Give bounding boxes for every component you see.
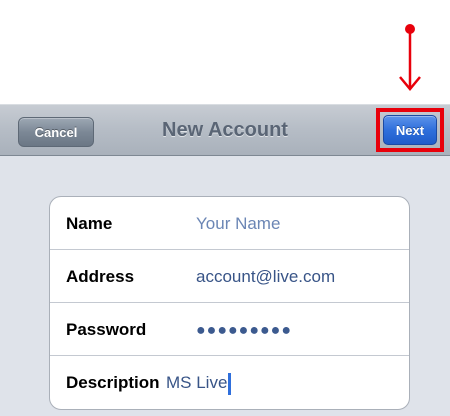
annotation-arrow-head	[399, 76, 421, 91]
password-dots: ●●●●●●●●●	[196, 322, 292, 339]
form-row-description[interactable]: Description MS Live	[50, 356, 409, 409]
description-label: Description	[66, 373, 160, 392]
description-field[interactable]: MS Live	[166, 356, 232, 409]
form-background: Name Your Name Address account@live.com …	[0, 156, 450, 416]
address-label: Address	[66, 267, 135, 286]
navigation-bar: Cancel New Account Next	[0, 104, 450, 156]
next-button[interactable]: Next	[383, 115, 437, 145]
address-field[interactable]: account@live.com	[196, 250, 335, 303]
next-button-highlight: Next	[376, 108, 444, 152]
account-form: Name Your Name Address account@live.com …	[49, 196, 410, 410]
text-cursor	[228, 372, 232, 395]
name-label: Name	[66, 214, 113, 233]
annotation-arrow	[399, 24, 421, 91]
form-row-name[interactable]: Name Your Name	[50, 197, 409, 250]
description-value: MS Live	[166, 373, 228, 392]
password-field[interactable]: ●●●●●●●●●	[196, 303, 292, 356]
form-row-address[interactable]: Address account@live.com	[50, 250, 409, 303]
name-field[interactable]: Your Name	[196, 197, 280, 250]
password-label: Password	[66, 320, 147, 339]
form-row-password[interactable]: Password ●●●●●●●●●	[50, 303, 409, 356]
annotation-arrow-dot	[405, 24, 415, 34]
screen: Cancel New Account Next Name Your Name A…	[0, 0, 450, 416]
